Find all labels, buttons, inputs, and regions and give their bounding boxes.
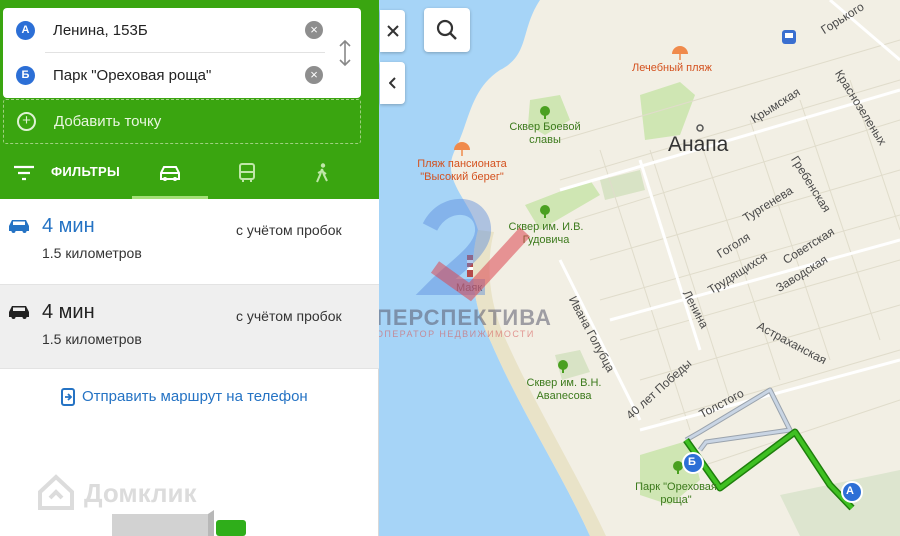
send-to-phone-icon (61, 388, 75, 406)
poi-park-label[interactable]: Сквер им. В.Н. Авanесова (522, 377, 606, 403)
collapse-panel-button[interactable] (380, 62, 405, 104)
tab-public-transport[interactable] (210, 147, 284, 199)
route-traffic-note: с учётом пробок (236, 222, 342, 238)
bus-icon (239, 163, 255, 182)
car-icon (9, 220, 29, 233)
route-distance: 1.5 километров (42, 331, 142, 347)
domclick-logo-icon (38, 474, 74, 510)
route-option-1[interactable]: 4 мин с учётом пробок 1.5 километров (0, 199, 379, 284)
point-a-row[interactable]: А Ленина, 153Б × (3, 8, 333, 52)
marker-b-label: Б (688, 456, 696, 468)
point-a-marker: А (16, 21, 35, 40)
route-header: А Ленина, 153Б × Б Парк "Ореховая роща" … (0, 0, 379, 199)
pedestrian-icon (316, 163, 328, 183)
add-point-button[interactable]: + Добавить точку (3, 99, 361, 144)
point-b-address[interactable]: Парк "Ореховая роща" (53, 67, 211, 84)
brand-logo: Домклик (36, 472, 196, 517)
swap-points-icon[interactable] (335, 38, 355, 68)
search-icon (436, 19, 457, 40)
route-traffic-note: с учётом пробок (236, 308, 342, 324)
car-icon (160, 166, 180, 181)
send-route-label: Отправить маршрут на телефон (82, 388, 308, 405)
route-time: 4 мин (42, 301, 95, 323)
bus-stop-icon (782, 30, 796, 44)
address-card: А Ленина, 153Б × Б Парк "Ореховая роща" … (3, 8, 361, 98)
add-point-label: Добавить точку (54, 113, 162, 130)
plus-icon: + (17, 112, 36, 131)
close-icon (386, 25, 399, 37)
route-option-2[interactable]: 4 мин с учётом пробок 1.5 километров (0, 284, 379, 369)
map-search-button[interactable] (424, 8, 470, 52)
point-a-address[interactable]: Ленина, 153Б (53, 22, 148, 39)
poi-beach-label[interactable]: Лечебный пляж (632, 62, 712, 75)
marker-a-label: А (846, 485, 854, 497)
poi-park-label[interactable]: Парк "Ореховая роща" (630, 481, 722, 507)
route-distance: 1.5 километров (42, 245, 142, 261)
point-b-marker: Б (16, 66, 35, 85)
clear-point-a-button[interactable]: × (305, 21, 323, 39)
clear-point-b-button[interactable]: × (305, 66, 323, 84)
city-label: Анапа (668, 133, 729, 156)
transport-mode-tabs: ФИЛЬТРЫ (0, 147, 379, 199)
route-time: 4 мин (42, 215, 95, 237)
poi-park-label[interactable]: Сквер Боевой славы (505, 121, 585, 147)
filters-label: ФИЛЬТРЫ (51, 164, 121, 179)
route-panel: А Ленина, 153Б × Б Парк "Ореховая роща" … (0, 0, 379, 536)
brand-name: Домклик (84, 478, 197, 508)
watermark-title: ПЕРСПЕКТИВА (376, 305, 552, 330)
point-b-row[interactable]: Б Парк "Ореховая роща" × (3, 53, 333, 97)
delivery-truck-illustration (112, 510, 246, 536)
tab-walking[interactable] (286, 147, 358, 199)
tab-car[interactable] (132, 147, 208, 199)
filter-icon (14, 165, 34, 181)
car-icon (9, 306, 29, 319)
poi-pension-label[interactable]: Пляж пансионата "Высокий берег" (412, 158, 512, 184)
chevron-left-icon (388, 77, 396, 89)
filters-button[interactable]: ФИЛЬТРЫ (0, 147, 130, 199)
watermark-subtitle: ОПЕРАТОР НЕДВИЖИМОСТИ (376, 329, 535, 339)
close-panel-button[interactable] (380, 10, 405, 52)
